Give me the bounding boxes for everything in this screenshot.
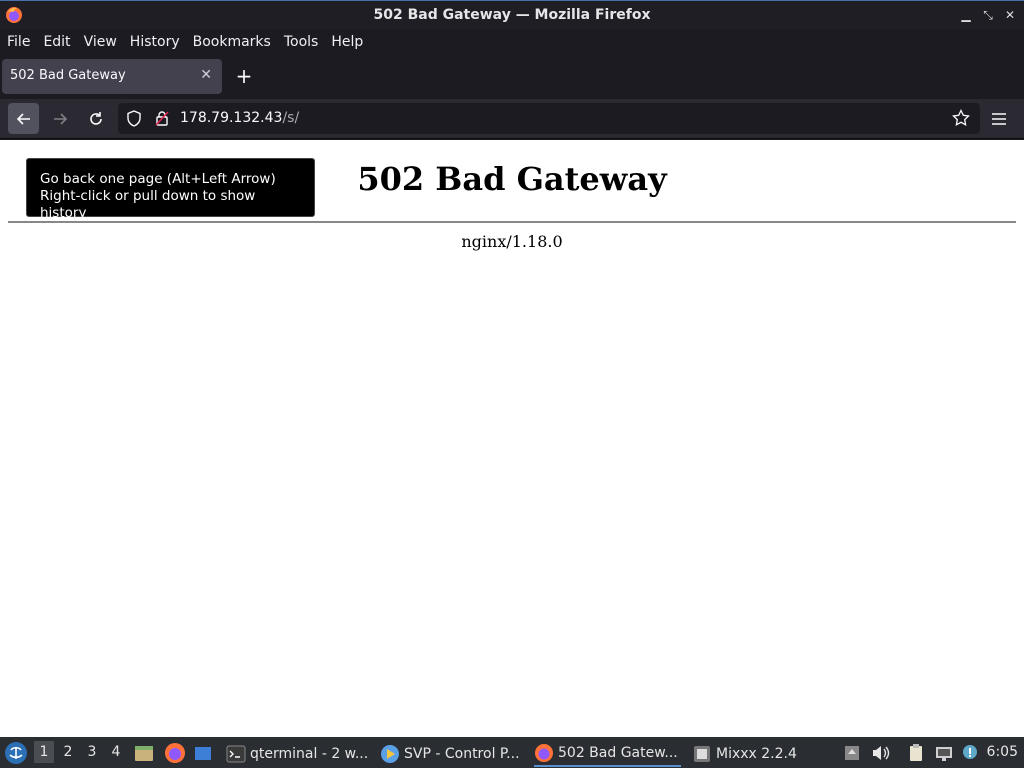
task-label: qterminal - 2 w... [250, 745, 369, 762]
workspace-2[interactable]: 2 [58, 744, 78, 760]
eject-icon[interactable] [842, 743, 862, 763]
workspace-1[interactable]: 1 [34, 741, 54, 763]
menu-tools[interactable]: Tools [284, 34, 319, 50]
window-titlebar: 502 Bad Gateway — Mozilla Firefox ▁ ⤡ ✕ [0, 0, 1024, 29]
url-path: /s/ [282, 110, 300, 126]
back-button-tooltip: Go back one page (Alt+Left Arrow) Right-… [26, 158, 315, 221]
menu-view[interactable]: View [84, 34, 117, 50]
desktop-icon[interactable] [192, 742, 214, 764]
svp-icon [381, 744, 399, 763]
menu-help[interactable]: Help [331, 34, 363, 50]
server-version: nginx/1.18.0 [461, 232, 563, 251]
reload-button[interactable] [80, 103, 111, 134]
url-bar[interactable]: 178.79.132.43/s/ [118, 103, 980, 134]
url-text[interactable]: 178.79.132.43/s/ [180, 110, 299, 126]
tab-502-bad-gateway[interactable]: 502 Bad Gateway ✕ [2, 59, 222, 94]
file-manager-icon[interactable] [133, 742, 155, 764]
reload-icon [89, 111, 102, 125]
clipboard-icon[interactable] [906, 743, 926, 763]
workspace-4[interactable]: 4 [106, 744, 126, 760]
app-menu-button[interactable] [986, 107, 1012, 131]
menu-edit[interactable]: Edit [43, 34, 70, 50]
network-icon[interactable] [934, 743, 954, 763]
mixxx-icon [694, 745, 710, 762]
minimize-button[interactable]: ▁ [958, 7, 974, 23]
firefox-launcher-icon[interactable] [164, 742, 186, 764]
task-label: 502 Bad Gatew... [558, 744, 678, 761]
tooltip-line-2: Right-click or pull down to show history [40, 188, 256, 221]
clock: 6:05 [986, 744, 1018, 760]
tab-title: 502 Bad Gateway [10, 68, 126, 83]
arrow-right-icon [53, 112, 67, 125]
menu-history[interactable]: History [130, 34, 180, 50]
arrow-left-icon [16, 112, 30, 125]
shield-icon[interactable] [126, 110, 142, 127]
task-label: SVP - Control P... [404, 745, 520, 762]
firefox-icon [535, 743, 553, 762]
start-menu-icon[interactable] [4, 741, 28, 765]
terminal-icon [226, 745, 246, 762]
volume-icon[interactable] [870, 743, 890, 763]
url-host: 178.79.132.43 [180, 110, 283, 126]
taskbar: 1 2 3 4 qterminal - 2 w... SVP - Control… [0, 737, 1024, 768]
notification-icon[interactable] [960, 743, 980, 763]
workspace-3[interactable]: 3 [82, 744, 102, 760]
menu-bar: File Edit View History Bookmarks Tools H… [0, 29, 1024, 54]
restore-button[interactable]: ⤡ [980, 7, 996, 23]
new-tab-button[interactable]: + [234, 66, 254, 86]
back-button[interactable] [8, 103, 39, 134]
task-svp[interactable]: SVP - Control P... [380, 740, 520, 767]
page-content: 502 Bad Gateway nginx/1.18.0 [0, 140, 1024, 737]
task-firefox[interactable]: 502 Bad Gatew... [534, 740, 681, 767]
forward-button[interactable] [44, 103, 75, 134]
task-mixxx[interactable]: Mixxx 2.2.4 [692, 740, 797, 767]
lock-insecure-icon[interactable] [154, 110, 170, 127]
menu-file[interactable]: File [7, 34, 30, 50]
tooltip-line-1: Go back one page (Alt+Left Arrow) [40, 171, 276, 187]
task-qterminal[interactable]: qterminal - 2 w... [226, 740, 368, 767]
navigation-toolbar: 178.79.132.43/s/ [0, 99, 1024, 139]
tab-strip: 502 Bad Gateway ✕ + [0, 54, 1024, 99]
task-label: Mixxx 2.2.4 [716, 745, 797, 762]
star-icon[interactable] [952, 109, 970, 127]
window-title: 502 Bad Gateway — Mozilla Firefox [373, 7, 651, 23]
tab-close-icon[interactable]: ✕ [200, 67, 212, 83]
close-button[interactable]: ✕ [1002, 7, 1018, 23]
menu-bookmarks[interactable]: Bookmarks [193, 34, 271, 50]
hamburger-menu-icon [992, 113, 1006, 125]
